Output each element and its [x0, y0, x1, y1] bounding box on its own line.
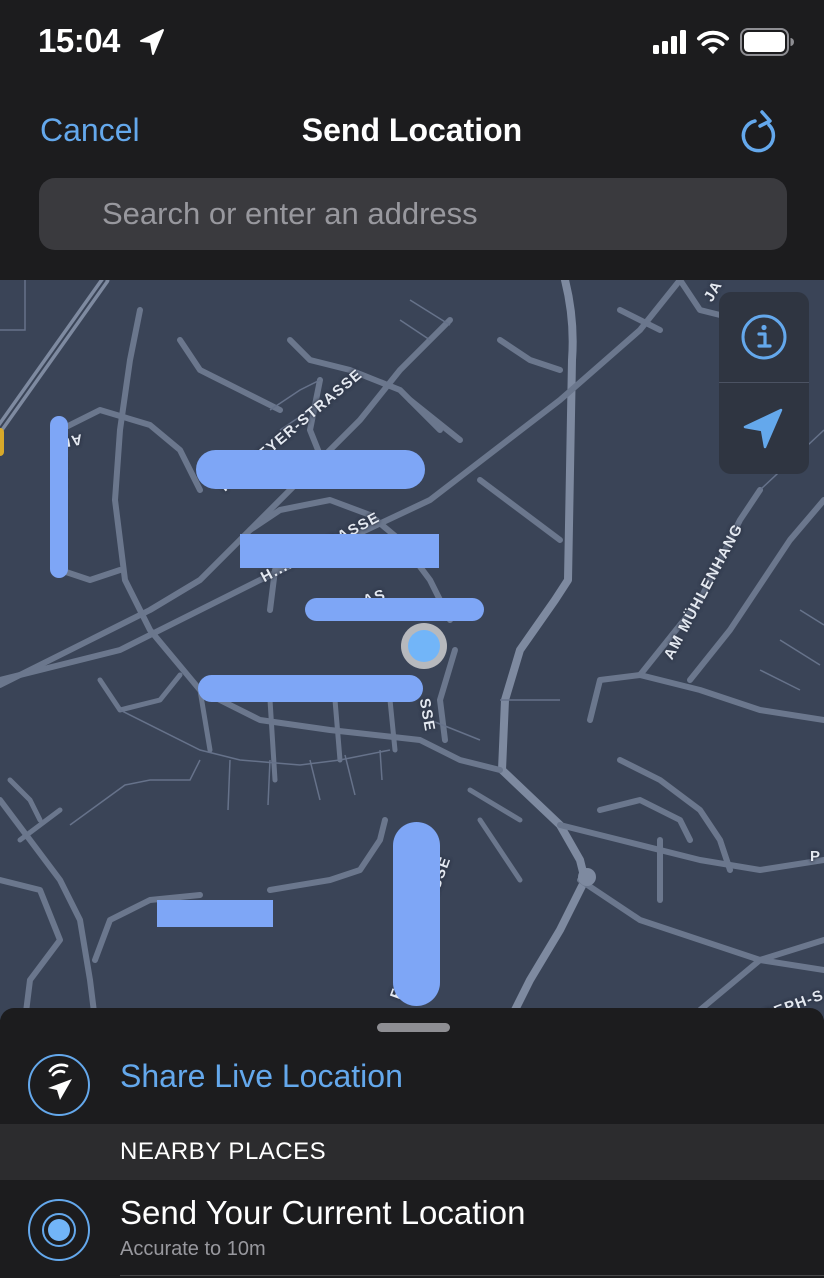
status-time: 15:04 — [38, 22, 120, 59]
status-indicators — [653, 28, 794, 56]
info-icon — [741, 314, 787, 360]
map-controls — [719, 292, 809, 474]
live-location-icon — [28, 1054, 90, 1116]
section-header-nearby-places: NEARBY PLACES — [0, 1124, 824, 1180]
redacted-label — [157, 900, 273, 927]
location-arrow-icon — [743, 408, 783, 449]
redacted-label — [196, 450, 425, 489]
redacted-label — [50, 416, 68, 578]
bottom-sheet: Share Live Location NEARBY PLACES Send Y… — [0, 1008, 824, 1278]
share-live-location-button[interactable]: Share Live Location — [0, 1038, 824, 1124]
redacted-label — [240, 534, 439, 568]
map-view[interactable]: FLO...EYER-STRASSE H...RGSTRASSE BE...AS… — [0, 280, 824, 1020]
redacted-label — [198, 675, 423, 702]
highway-shield-icon — [0, 428, 4, 456]
sheet-grabber-handle[interactable] — [377, 1023, 450, 1032]
share-live-location-label: Share Live Location — [120, 1058, 403, 1094]
cellular-signal-icon — [653, 30, 686, 54]
location-arrow-icon — [140, 29, 164, 55]
send-current-location-button[interactable]: Send Your Current Location Accurate to 1… — [0, 1180, 824, 1278]
user-location-dot-icon[interactable] — [401, 623, 447, 669]
current-location-icon — [28, 1199, 90, 1261]
section-header-label: NEARBY PLACES — [120, 1138, 327, 1165]
battery-full-icon — [740, 28, 794, 56]
redacted-label — [305, 598, 484, 621]
street-label: P — [810, 848, 822, 865]
current-location-title: Send Your Current Location — [120, 1194, 526, 1231]
map-info-button[interactable] — [719, 292, 809, 382]
navigation-header: Cancel Send Location — [0, 88, 824, 280]
redacted-label — [393, 822, 440, 1006]
divider — [120, 1275, 824, 1276]
current-location-accuracy: Accurate to 10m — [120, 1238, 266, 1260]
wifi-icon — [697, 30, 729, 54]
search-input[interactable] — [39, 178, 787, 250]
locate-me-button[interactable] — [719, 383, 809, 473]
refresh-icon[interactable] — [740, 108, 784, 158]
page-title: Send Location — [301, 112, 523, 148]
status-bar: 15:04 — [0, 0, 824, 88]
